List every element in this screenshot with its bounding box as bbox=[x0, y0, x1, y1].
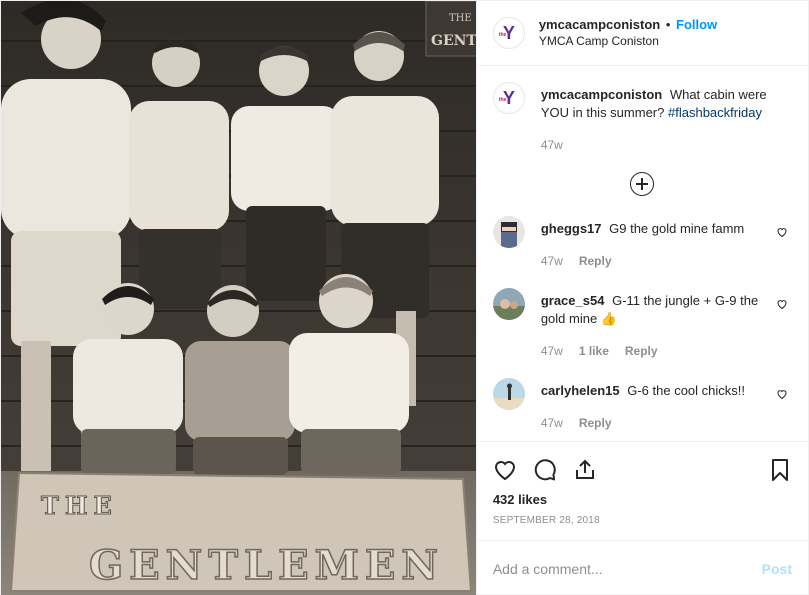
add-comment-bar: Post bbox=[476, 540, 808, 595]
comment-meta: 47w Reply bbox=[541, 414, 768, 432]
beach-avatar-icon bbox=[492, 378, 525, 410]
comment-body: gheggs17 G9 the gold mine famm 47w Reply bbox=[541, 216, 792, 270]
avatar-small-text: the bbox=[498, 97, 507, 103]
comment-username[interactable]: carlyhelen15 bbox=[541, 383, 620, 398]
post-photo[interactable]: THE GENTI bbox=[1, 1, 476, 595]
caption-body: ymcacampconiston What cabin were YOU in … bbox=[541, 82, 792, 154]
separator-dot: • bbox=[665, 17, 671, 32]
heart-icon[interactable] bbox=[493, 458, 517, 482]
likes-count[interactable]: 432 likes bbox=[493, 492, 792, 507]
comment-icon[interactable] bbox=[533, 458, 557, 482]
comment-item: gheggs17 G9 the gold mine famm 47w Reply bbox=[492, 216, 792, 270]
heart-icon[interactable] bbox=[776, 388, 788, 400]
vintage-group-photo: THE GENTI bbox=[1, 1, 476, 595]
comment-meta: 47w Reply bbox=[541, 252, 768, 270]
comment-text: G9 the gold mine famm bbox=[609, 221, 745, 236]
reply-button[interactable]: Reply bbox=[579, 414, 612, 432]
comment-username[interactable]: grace_s54 bbox=[541, 293, 605, 308]
caption-avatar[interactable]: the Y bbox=[492, 82, 525, 114]
comment-item: grace_s54 G-11 the jungle + G-9 the gold… bbox=[492, 288, 792, 360]
comment-body: grace_s54 G-11 the jungle + G-9 the gold… bbox=[541, 288, 792, 360]
heart-icon[interactable] bbox=[776, 226, 788, 238]
commenter-avatar[interactable] bbox=[492, 378, 525, 410]
avatar-small-text: the bbox=[498, 32, 507, 38]
comment-meta: 47w 1 like Reply bbox=[541, 342, 768, 360]
sign-large-text: GENTLEMEN bbox=[89, 542, 444, 589]
action-icons bbox=[493, 450, 792, 490]
comments-list[interactable]: the Y ymcacampconiston What cabin were Y… bbox=[477, 66, 808, 441]
actions-area: 432 likes September 28, 2018 bbox=[476, 441, 808, 540]
sign-small-text: THE bbox=[41, 491, 118, 520]
caption-username[interactable]: ymcacampconiston bbox=[541, 87, 662, 102]
post-side-panel: the Y ymcacampconiston • Follow YMCA Cam… bbox=[475, 1, 808, 595]
door-sign-top: THE bbox=[449, 13, 472, 24]
location-link[interactable]: YMCA Camp Coniston bbox=[539, 33, 717, 49]
post-date[interactable]: September 28, 2018 bbox=[493, 515, 792, 526]
comment-time[interactable]: 47w bbox=[541, 252, 563, 270]
heart-icon[interactable] bbox=[776, 298, 788, 310]
landscape-avatar-icon bbox=[492, 288, 525, 320]
comment-body: carlyhelen15 G-6 the cool chicks!! 47w R… bbox=[541, 378, 792, 432]
comment-text: G-6 the cool chicks!! bbox=[627, 383, 746, 398]
load-more-comments[interactable] bbox=[493, 172, 792, 196]
caption-time[interactable]: 47w bbox=[541, 136, 563, 154]
bookmark-icon[interactable] bbox=[768, 458, 792, 482]
commenter-avatar[interactable] bbox=[492, 216, 525, 248]
header-username[interactable]: ymcacampconiston bbox=[539, 17, 660, 32]
comment-time[interactable]: 47w bbox=[541, 342, 563, 360]
comment-time[interactable]: 47w bbox=[541, 414, 563, 432]
ymca-avatar[interactable]: the Y bbox=[492, 17, 525, 49]
instagram-post: THE GENTI bbox=[0, 0, 809, 595]
reply-button[interactable]: Reply bbox=[579, 252, 612, 270]
post-button[interactable]: Post bbox=[762, 561, 792, 577]
comment-input[interactable] bbox=[492, 560, 762, 577]
plus-circle-icon[interactable] bbox=[630, 172, 655, 196]
comment-likes[interactable]: 1 like bbox=[579, 342, 609, 360]
commenter-avatar[interactable] bbox=[492, 288, 525, 320]
post-header: the Y ymcacampconiston • Follow YMCA Cam… bbox=[476, 1, 808, 66]
caption: the Y ymcacampconiston What cabin were Y… bbox=[492, 82, 792, 154]
door-sign-bottom: GENTI bbox=[431, 33, 476, 49]
reply-button[interactable]: Reply bbox=[625, 342, 658, 360]
share-icon[interactable] bbox=[573, 458, 597, 482]
ninja-avatar-icon bbox=[492, 216, 525, 248]
caption-hashtag[interactable]: #flashbackfriday bbox=[668, 105, 762, 120]
header-text: ymcacampconiston • Follow YMCA Camp Coni… bbox=[539, 17, 717, 49]
comment-item: carlyhelen15 G-6 the cool chicks!! 47w R… bbox=[492, 378, 792, 432]
follow-button[interactable]: Follow bbox=[676, 17, 717, 32]
caption-meta: 47w bbox=[541, 136, 768, 154]
comment-username[interactable]: gheggs17 bbox=[541, 221, 602, 236]
